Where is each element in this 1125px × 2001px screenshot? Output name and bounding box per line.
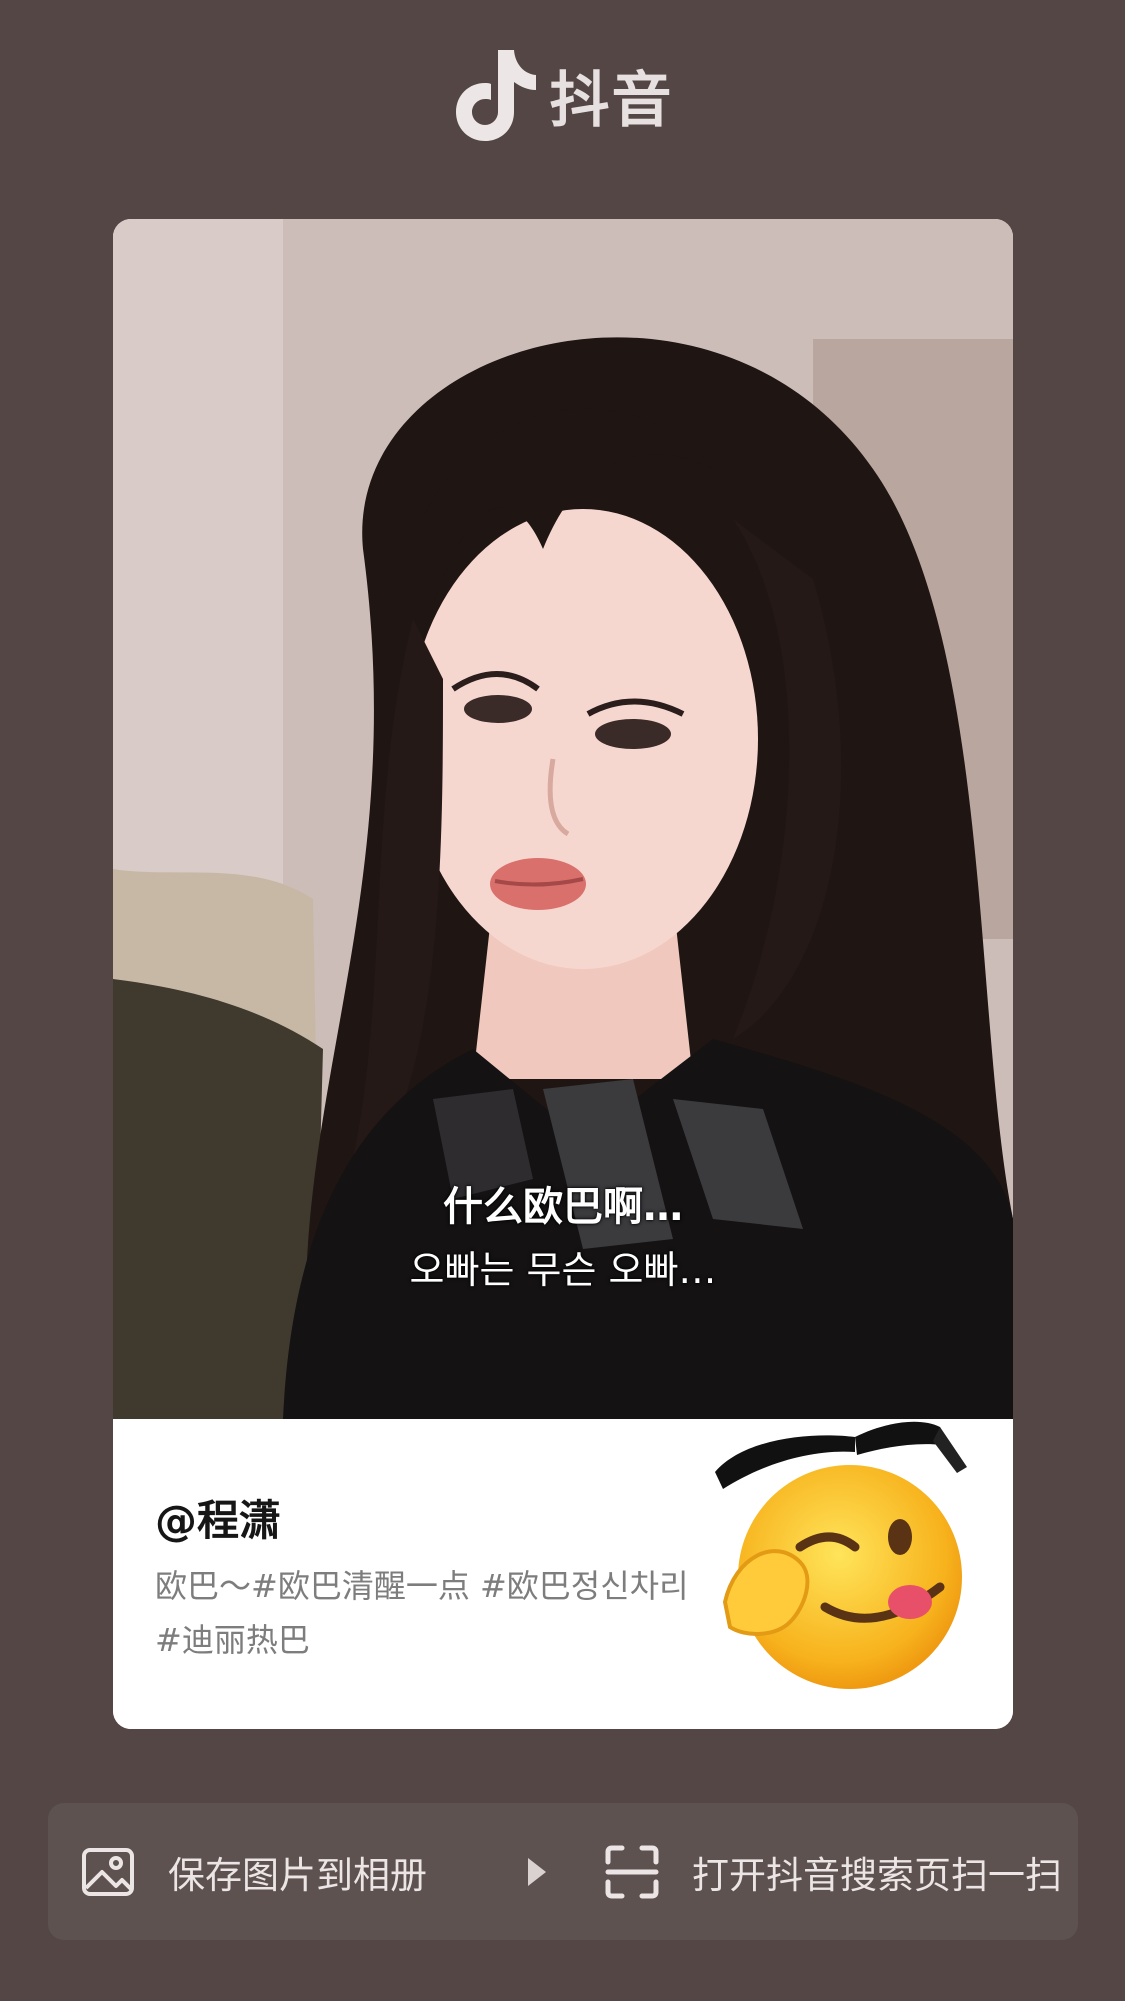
open-scan-button[interactable]: 打开抖音搜索页扫一扫 [586, 1803, 1078, 1940]
video-share-card: 什么欧巴啊… 오빠는 무슨 오빠… @程潇 欧巴～#欧巴清醒一点 #欧巴정신차리… [113, 219, 1013, 1729]
card-info-panel: @程潇 欧巴～#欧巴清醒一点 #欧巴정신차리 #迪丽热巴 [113, 1419, 1013, 1729]
video-caption: 欧巴～#欧巴清醒一点 #欧巴정신차리 #迪丽热巴 [155, 1567, 689, 1659]
app-logo: 抖音 [0, 40, 1125, 150]
save-image-button[interactable]: 保存图片到相册 [48, 1803, 528, 1940]
save-image-label: 保存图片到相册 [168, 1853, 427, 1897]
app-name: 抖音 [549, 65, 674, 136]
video-subtitle-korean: 오빠는 무슨 오빠… [409, 1248, 717, 1292]
video-subtitle-chinese: 什么欧巴啊… [443, 1184, 683, 1230]
scan-frame-icon [605, 1845, 659, 1898]
open-scan-label: 打开抖音搜索页扫一扫 [692, 1853, 1062, 1897]
douyin-note-icon [455, 50, 536, 141]
share-poster-page: 抖音 什么欧巴啊… 오빠는 무슨 오빠… @程潇 欧巴～#欧巴清醒一点 #欧巴정… [0, 0, 1125, 2001]
author-username: @程潇 [155, 1496, 282, 1545]
action-bar: 保存图片到相册 打开抖音搜索页扫一扫 [48, 1803, 1078, 1940]
cool-sunglasses-face-emoji-icon [715, 1421, 967, 1689]
image-icon [82, 1847, 134, 1896]
video-cover-photo: 什么欧巴啊… 오빠는 무슨 오빠… [113, 219, 1013, 1419]
play-arrow-icon [528, 1857, 546, 1886]
